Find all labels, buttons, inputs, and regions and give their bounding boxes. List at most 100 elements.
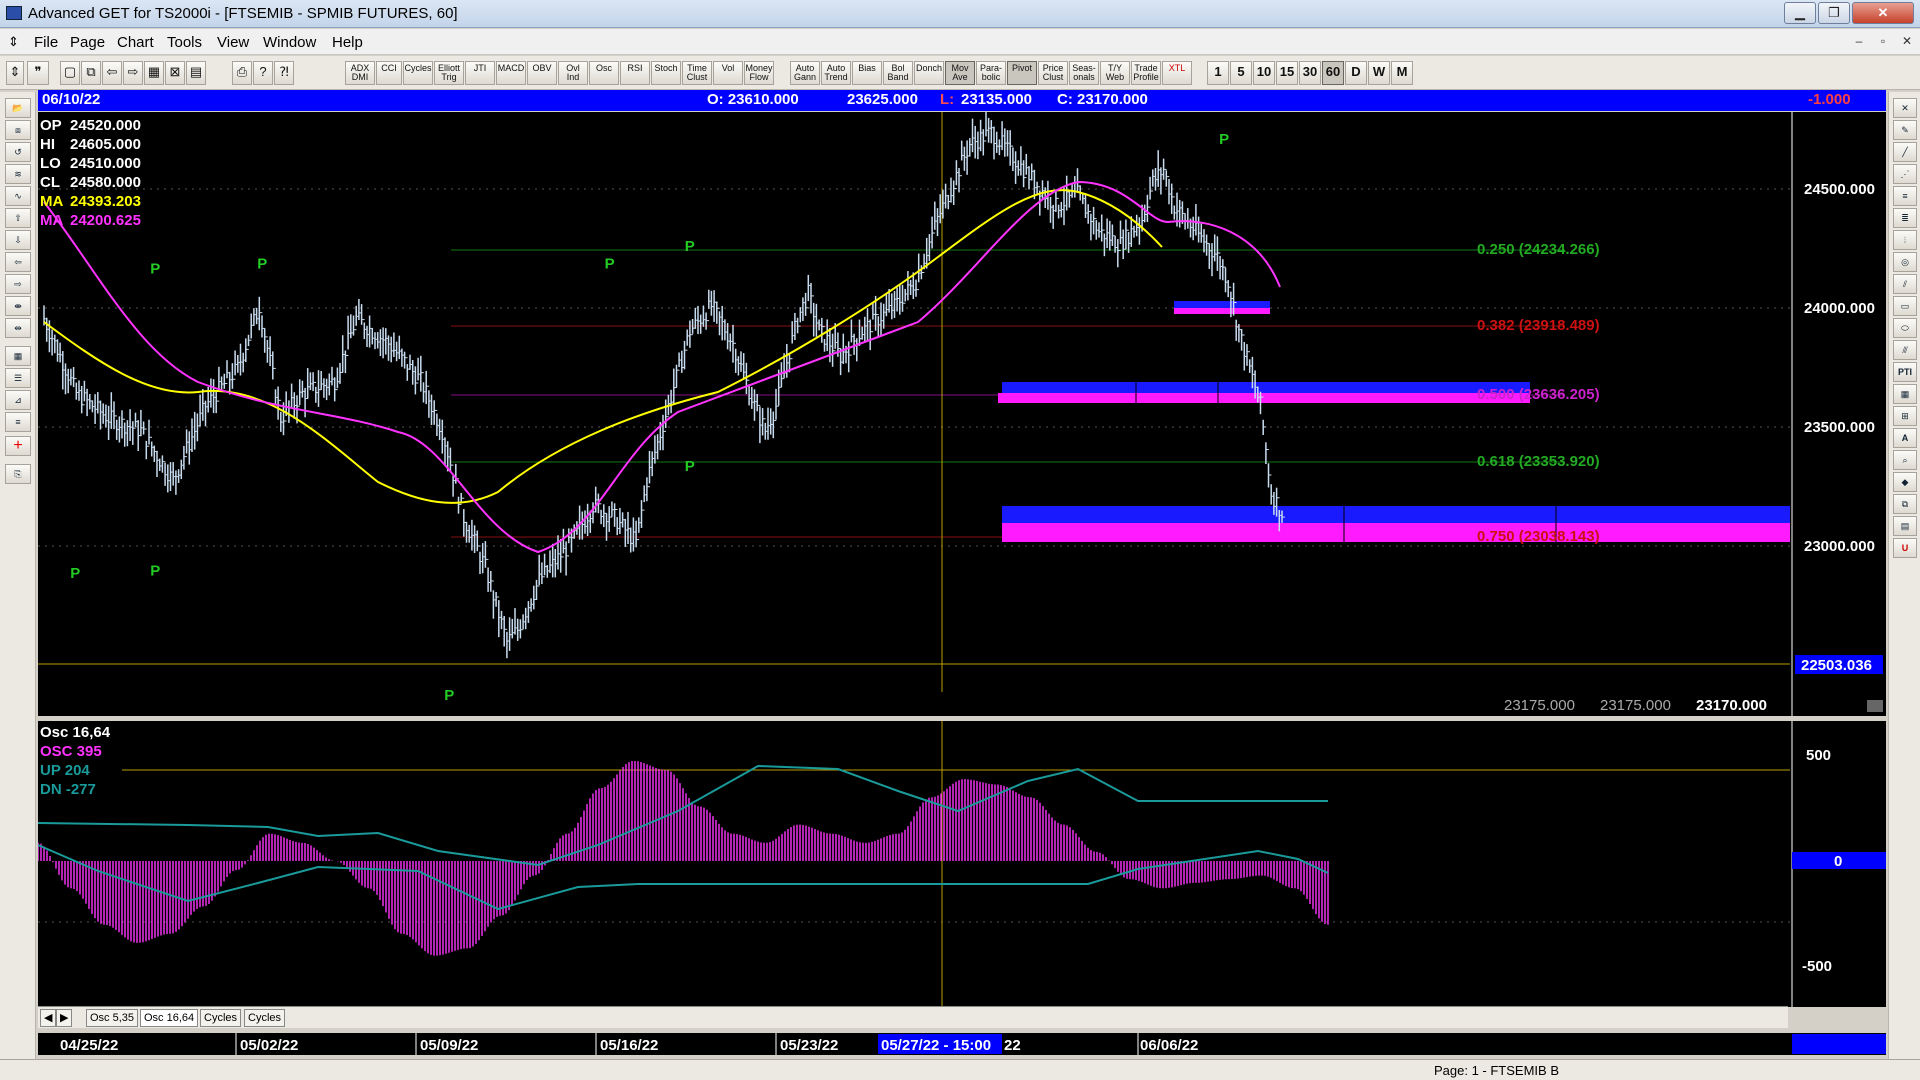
paint-icon[interactable]: ◆ [1893,472,1917,492]
table-icon[interactable]: ▦ [1893,384,1917,404]
compress-icon[interactable]: ⇼ [5,296,31,316]
fan-lines-icon[interactable]: ⋰ [1893,164,1917,184]
pencil-icon[interactable]: ✎ [1893,120,1917,140]
study-bias-button[interactable]: Bias [852,61,882,85]
right-arrow-icon[interactable]: ⇨ [5,274,31,294]
tab-cycles-1[interactable]: Cycles [200,1009,242,1027]
pti-icon[interactable]: PTI [1893,362,1917,382]
study-price-clust-button[interactable]: Price Clust [1038,61,1068,85]
menu-tools[interactable]: Tools [167,34,202,51]
fib-ret-icon[interactable]: ≡ [1893,186,1917,206]
speed-lines-icon[interactable]: ⫻ [1893,340,1917,360]
fib-time-icon[interactable]: ⦙ [1893,230,1917,250]
study-money-flow-button[interactable]: Money Flow [744,61,774,85]
undo-icon[interactable]: U [1893,538,1917,558]
grid-icon[interactable]: ⊠ [165,61,185,85]
ellipse-icon[interactable]: ◎ [1893,252,1917,272]
study-auto-trend-button[interactable]: Auto Trend [821,61,851,85]
oscillator-panel[interactable]: Osc 16,64 OSC 395 UP 204 DN -277 500 0 -… [37,721,1886,1007]
study-ty-web-button[interactable]: T/Y Web [1100,61,1130,85]
forward-icon[interactable]: ⇨ [123,61,143,85]
study-cycles-button[interactable]: Cycles [403,61,433,85]
new-page-icon[interactable]: ▢ [60,61,80,85]
study-stoch-button[interactable]: Stoch [651,61,681,85]
menu-page[interactable]: Page [70,34,105,51]
study-bol-band-button[interactable]: Bol Band [883,61,913,85]
close-button[interactable]: ✕ [1852,2,1914,24]
layers-icon[interactable]: ⧉ [1893,494,1917,514]
menu-chart[interactable]: Chart [117,34,154,51]
study-obv-button[interactable]: OBV [527,61,557,85]
context-help-icon[interactable]: ⁈ [274,61,294,85]
tab-scroll-right[interactable]: ▶ [56,1009,73,1027]
app-menu-icon[interactable]: ⇕ [8,34,19,50]
mdi-restore-button[interactable]: ▫ [1872,34,1894,51]
period-30-button[interactable]: 30 [1299,61,1321,85]
help-pointer-icon[interactable]: ❞ [27,61,49,85]
tab-scroll-left[interactable]: ◀ [40,1009,57,1027]
price-chart[interactable]: P P P P P P P P P 0.250 (24234.266) 0.382 (23918… [38,111,1886,716]
period-d-button[interactable]: D [1345,61,1367,85]
mdi-close-button[interactable]: ✕ [1896,34,1918,51]
menu-view[interactable]: View [217,34,249,51]
period-w-button[interactable]: W [1368,61,1390,85]
tab-osc-16-64[interactable]: Osc 16,64 [140,1009,199,1027]
minimize-button[interactable]: ▁ [1784,2,1816,24]
study-xtl-button[interactable]: XTL [1162,61,1192,85]
menu-file[interactable]: File [34,34,58,51]
elliott-icon[interactable]: ∿ [5,186,31,206]
close-x-icon[interactable]: ✕ [1893,98,1917,118]
menu-help[interactable]: Help [332,34,363,51]
study-elliott-button[interactable]: Elliott Trig [434,61,464,85]
study-seasonals-button[interactable]: Seas- onals [1069,61,1099,85]
period-10-button[interactable]: 10 [1253,61,1275,85]
layout-icon[interactable]: ▦ [144,61,164,85]
copy-icon[interactable]: ⧉ [81,61,101,85]
ellipse-tool-icon[interactable]: ⬭ [1893,318,1917,338]
arrow-icon[interactable]: ⇕ [6,61,24,85]
study-pivot-button[interactable]: Pivot [1007,61,1037,85]
study-macd-button[interactable]: MACD [496,61,526,85]
gann-icon[interactable]: ⊿ [5,390,31,410]
period-5-button[interactable]: 5 [1230,61,1252,85]
reset-icon[interactable]: ↺ [5,142,31,162]
mob-icon[interactable]: ⊞ [1893,406,1917,426]
clipboard-icon[interactable]: ⎘ [5,464,31,484]
scroll-grip-icon[interactable] [1867,700,1883,712]
notes-icon[interactable]: ▤ [1893,516,1917,536]
study-mov-ave-button[interactable]: Mov Ave [945,61,975,85]
study-donch-button[interactable]: Donch [914,61,944,85]
study-parabolic-button[interactable]: Para- bolic [976,61,1006,85]
expand-icon[interactable]: ⇹ [5,318,31,338]
help-icon[interactable]: ? [253,61,273,85]
print-icon[interactable]: ⎙ [232,61,252,85]
fib-icon[interactable]: ≡ [5,412,31,432]
channel-icon[interactable]: ⫽ [1893,274,1917,294]
study-rsi-button[interactable]: RSI [620,61,650,85]
study-jti-button[interactable]: JTI [465,61,495,85]
tile-icon[interactable]: ▤ [186,61,206,85]
study-icon[interactable]: ≋ [5,164,31,184]
study-time-clust-button[interactable]: Time Clust [682,61,712,85]
grid-icon[interactable]: ▦ [5,346,31,366]
magnifier-icon[interactable]: ⌕ [1893,450,1917,470]
study-auto-gann-button[interactable]: Auto Gann [790,61,820,85]
period-m-button[interactable]: M [1391,61,1413,85]
period-60-button[interactable]: 60 [1322,61,1344,85]
crosshair-icon[interactable]: + [5,436,31,456]
study-trade-profile-button[interactable]: Trade Profile [1131,61,1161,85]
period-1-button[interactable]: 1 [1207,61,1229,85]
menu-window[interactable]: Window [263,34,316,51]
box-icon[interactable]: ▭ [1893,296,1917,316]
back-icon[interactable]: ⇦ [102,61,122,85]
tab-osc-5-35[interactable]: Osc 5,35 [86,1009,139,1027]
tab-cycles-2[interactable]: Cycles [244,1009,286,1027]
down-arrow-icon[interactable]: ⇩ [5,230,31,250]
open-folder-icon[interactable]: 📂 [5,98,31,118]
left-arrow-icon[interactable]: ⇦ [5,252,31,272]
study-osc-button[interactable]: Osc [589,61,619,85]
study-ovl-ind-button[interactable]: Ovl Ind [558,61,588,85]
mdi-minimize-button[interactable]: – [1848,34,1870,51]
study-cci-button[interactable]: CCI [376,61,402,85]
study-vol-button[interactable]: Vol [713,61,743,85]
